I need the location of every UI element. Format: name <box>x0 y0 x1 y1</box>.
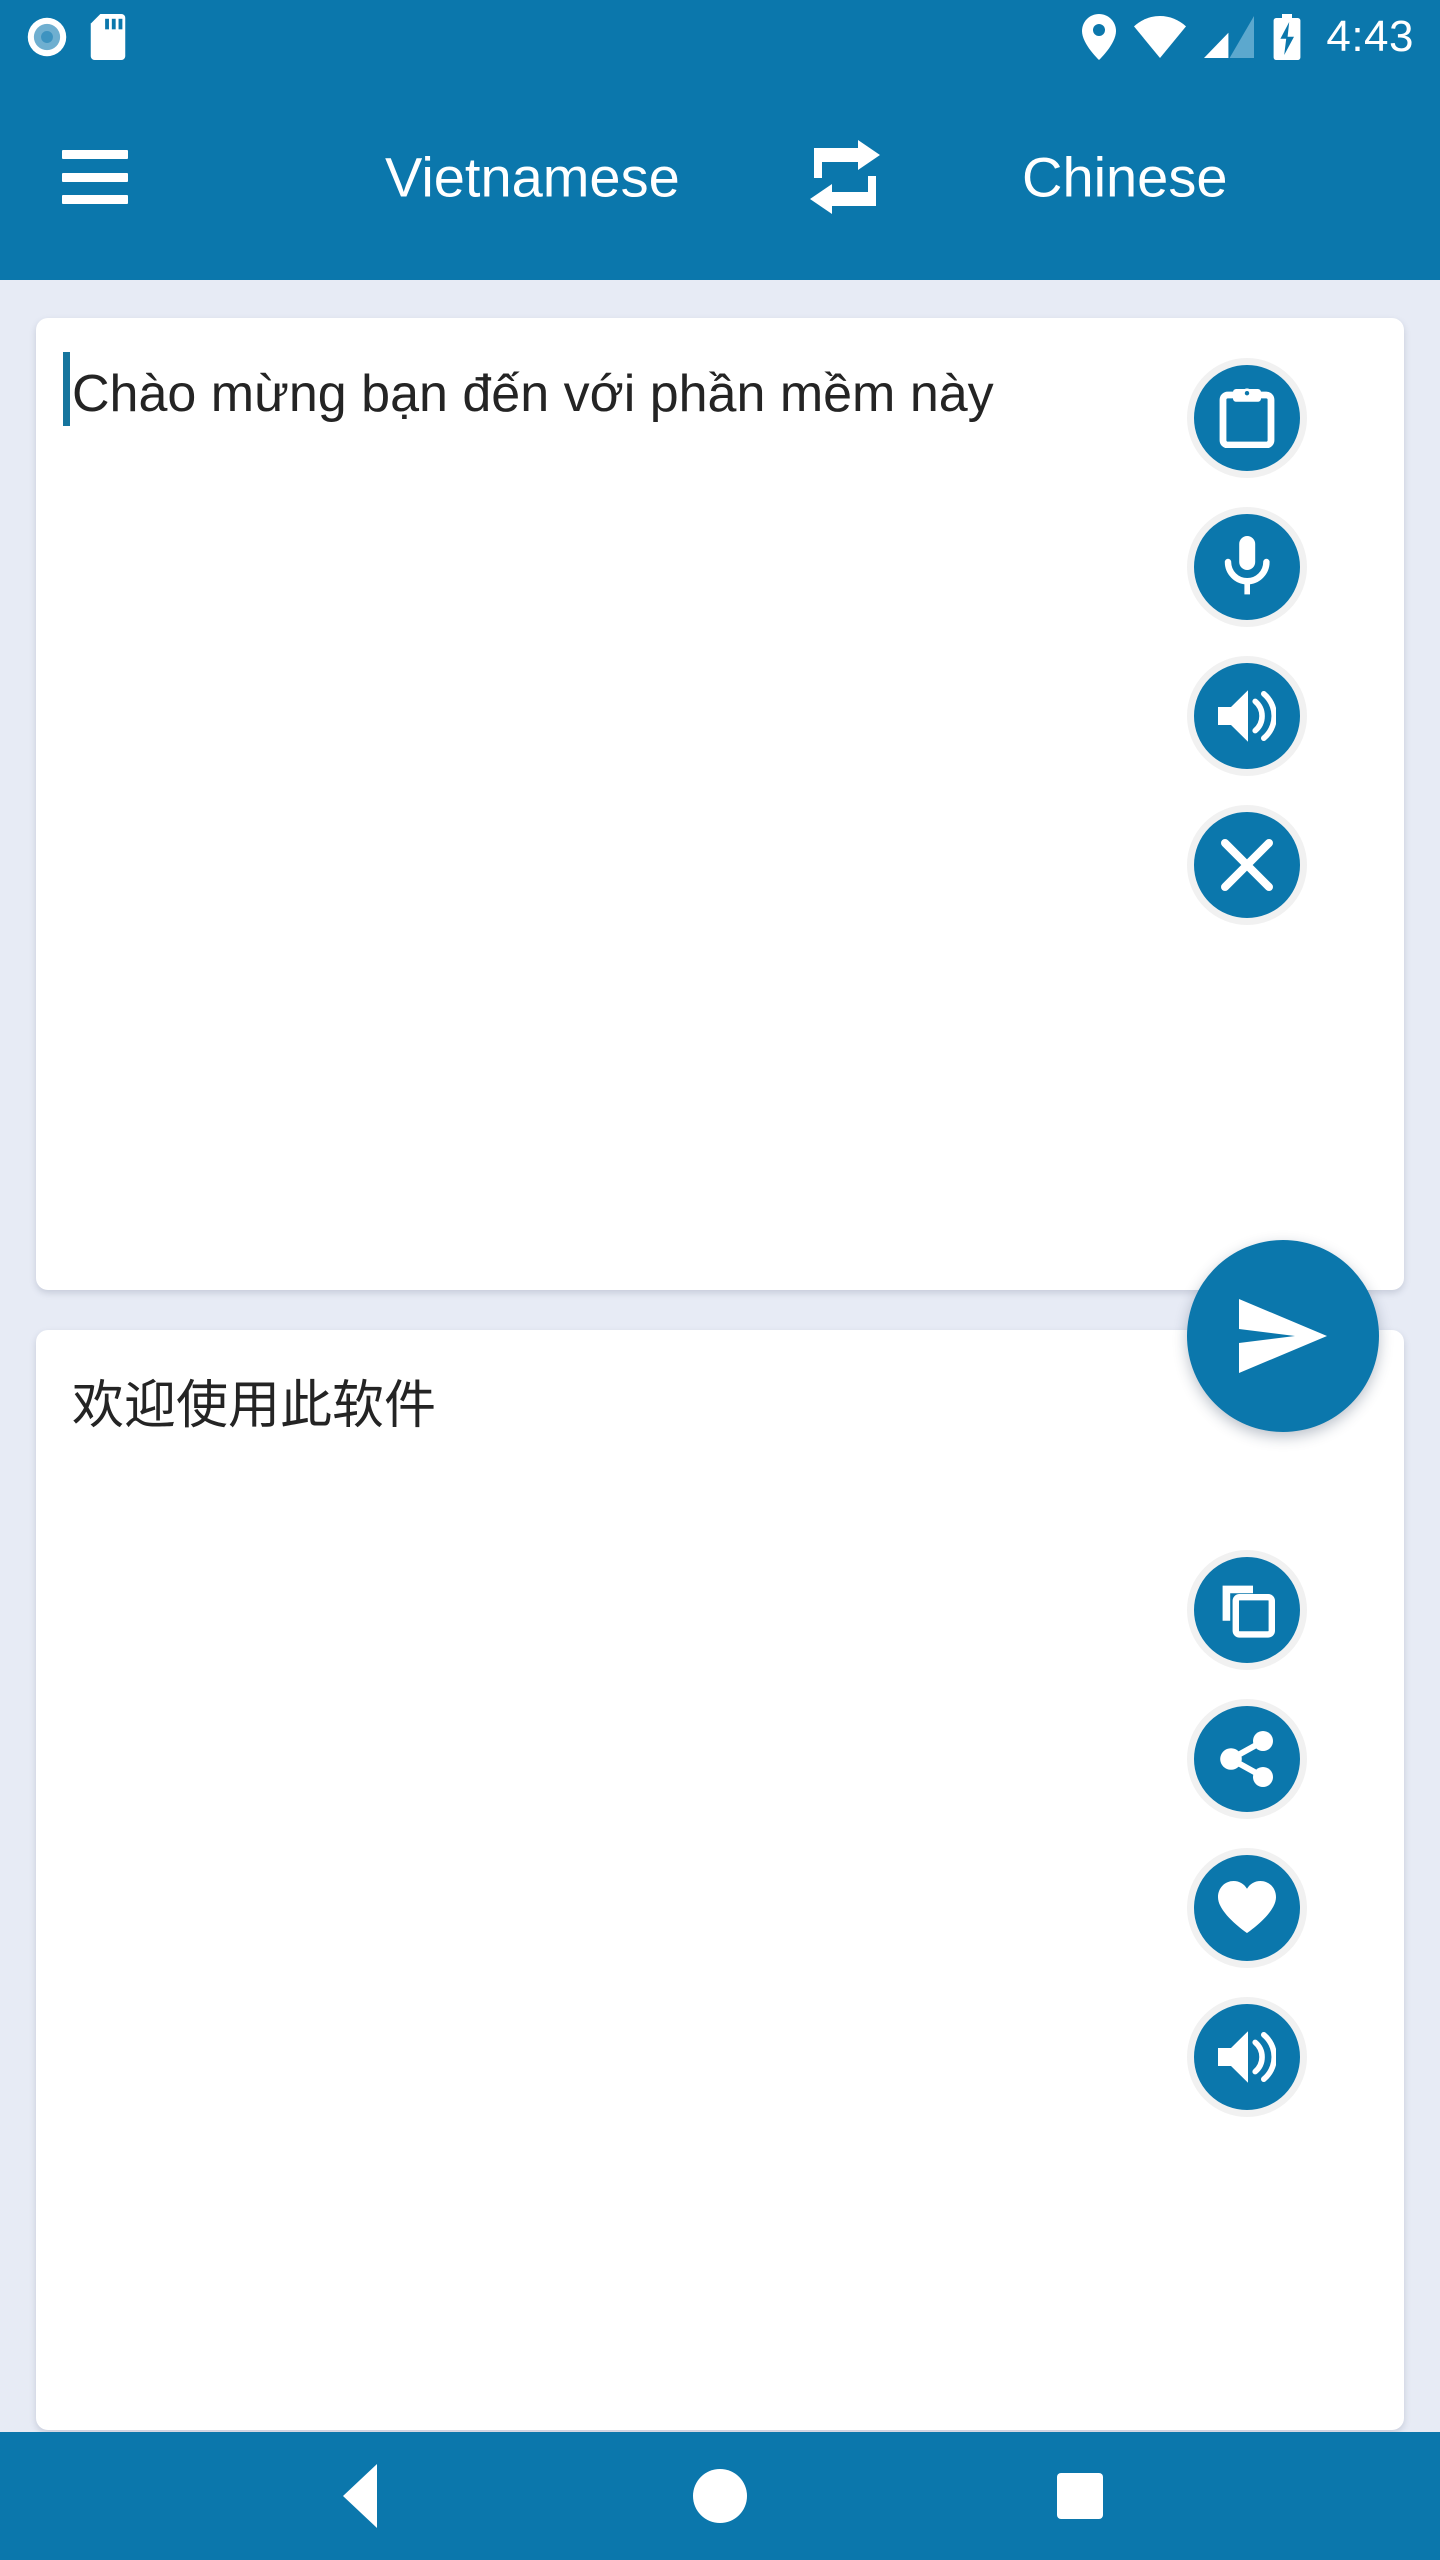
source-language-selector[interactable]: Vietnamese <box>385 145 680 210</box>
location-pin-icon <box>1082 14 1117 60</box>
cellular-signal-icon <box>1204 16 1255 58</box>
translated-text: 欢迎使用此软件 <box>72 1377 437 1435</box>
speaker-icon <box>1218 689 1276 743</box>
status-bar-clock: 4:43 <box>1326 12 1414 61</box>
status-bar: 4:43 <box>0 0 1440 74</box>
status-bar-left-icons <box>26 14 126 60</box>
android-navigation-bar <box>0 2432 1440 2560</box>
copy-button[interactable] <box>1187 1550 1307 1670</box>
share-icon <box>1220 1731 1274 1787</box>
speak-translation-button[interactable] <box>1187 1997 1307 2117</box>
target-language-selector[interactable]: Chinese <box>1022 145 1227 210</box>
recents-square-icon <box>1057 2473 1103 2519</box>
microphone-icon <box>1222 536 1272 598</box>
clear-text-button[interactable] <box>1187 805 1307 925</box>
home-circle-icon <box>693 2469 747 2523</box>
send-icon <box>1235 1295 1331 1377</box>
hamburger-line <box>62 150 128 159</box>
battery-charging-icon <box>1272 14 1302 60</box>
share-button[interactable] <box>1187 1699 1307 1819</box>
close-icon <box>1221 839 1273 891</box>
heart-icon <box>1218 1881 1276 1935</box>
menu-button[interactable] <box>62 150 128 204</box>
swap-languages-button[interactable] <box>790 127 900 227</box>
paste-button[interactable] <box>1187 358 1307 478</box>
voice-input-button[interactable] <box>1187 507 1307 627</box>
source-text-panel[interactable]: Chào mừng bạn đến với phần mềm này <box>36 318 1404 1290</box>
speaker-icon <box>1218 2030 1276 2084</box>
sd-card-icon <box>90 14 126 60</box>
text-cursor <box>63 352 70 426</box>
record-disc-icon <box>26 16 68 58</box>
nav-recents-button[interactable] <box>1020 2446 1140 2546</box>
source-text[interactable]: Chào mừng bạn đến với phần mềm này <box>72 362 1174 427</box>
copy-icon <box>1219 1582 1275 1638</box>
app-bar: Vietnamese Chinese <box>0 74 1440 280</box>
hamburger-line <box>62 195 128 204</box>
speak-source-button[interactable] <box>1187 656 1307 776</box>
status-bar-right-icons: 4:43 <box>1082 14 1414 60</box>
favorite-button[interactable] <box>1187 1848 1307 1968</box>
translation-panel[interactable]: 欢迎使用此软件 <box>36 1330 1404 2430</box>
wifi-icon <box>1134 16 1187 58</box>
translate-send-button[interactable] <box>1187 1240 1379 1432</box>
hamburger-line <box>62 172 128 182</box>
nav-home-button[interactable] <box>660 2446 780 2546</box>
swap-arrows-icon <box>806 140 884 214</box>
clipboard-icon <box>1219 388 1275 448</box>
back-triangle-icon <box>343 2464 377 2528</box>
nav-back-button[interactable] <box>300 2446 420 2546</box>
